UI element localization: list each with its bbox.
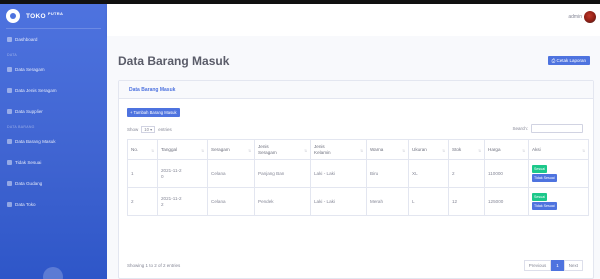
sidebar-item-data-seragam[interactable]: Data Seragam — [0, 59, 107, 80]
sort-icon: ⇅ — [201, 148, 204, 153]
card-header: Data Barang Masuk — [119, 81, 593, 99]
table-row: 1 2021-11-20 Celana Panjang Ban Laki - L… — [127, 159, 589, 188]
column-header-no[interactable]: No. ⇅ — [127, 139, 158, 160]
data-card: Data Barang Masuk + Tambah Barang Masuk … — [118, 80, 594, 279]
sort-icon: ⇅ — [360, 148, 363, 153]
search-control: Search: — [512, 124, 583, 133]
sidebar-item-data-supplier[interactable]: Data Supplier — [0, 101, 107, 122]
sesuai-button[interactable]: Sesuai — [532, 193, 547, 201]
column-header-harga[interactable]: Harga ⇅ — [484, 139, 529, 160]
sesuai-button[interactable]: Sesuai — [532, 165, 547, 173]
sidebar-toggle-button[interactable] — [43, 267, 63, 279]
chevron-down-icon: ▾ — [150, 127, 153, 132]
sort-icon: ⇅ — [304, 148, 307, 153]
sort-icon: ⇅ — [151, 148, 154, 153]
sidebar-item-data-jenis-seragam[interactable]: Data Jenis Seragam — [0, 80, 107, 101]
sort-icon: ⇅ — [248, 148, 251, 153]
column-header-seragam[interactable]: Seragam ⇅ — [207, 139, 255, 160]
avatar[interactable] — [584, 11, 596, 23]
add-incoming-goods-button[interactable]: + Tambah Barang Masuk — [127, 108, 180, 117]
column-header-jenis-seragam[interactable]: Jenis Seragam ⇅ — [254, 139, 311, 160]
sidebar-item-tidak-sesuai[interactable]: Tidak Sesuai — [0, 152, 107, 173]
users-icon — [7, 109, 12, 114]
sort-icon: ⇅ — [522, 148, 525, 153]
sidebar-item-data-toko[interactable]: Data Toko — [0, 194, 107, 215]
table-icon — [7, 202, 12, 207]
pagination-next[interactable]: Next — [563, 260, 583, 271]
table-icon — [7, 181, 12, 186]
incoming-goods-table: No. ⇅ Tanggal ⇅ Seragam ⇅ Jenis Seragam ⇅ Je… — [127, 139, 589, 216]
table-header-row: No. ⇅ Tanggal ⇅ Seragam ⇅ Jenis Seragam ⇅ Je… — [127, 139, 589, 160]
entries-select[interactable]: 10 ▾ — [141, 126, 156, 133]
table-icon — [7, 139, 12, 144]
topbar: admin — [107, 4, 600, 36]
sidebar-heading-transaksi: DATA BARANG — [7, 124, 35, 129]
pagination-page-1[interactable]: 1 — [551, 260, 564, 271]
table-icon — [7, 67, 12, 72]
tidak-sesuai-button[interactable]: Tidak Sesuai — [532, 202, 557, 210]
user-name[interactable]: admin — [568, 14, 582, 20]
sidebar-item-data-barang-masuk[interactable]: Data Barang Masuk — [0, 131, 107, 152]
table-row: 2 2021-11-22 Celana Pendek Laki - Laki M… — [127, 187, 589, 216]
pagination-previous[interactable]: Previous — [523, 260, 552, 271]
sidebar-item-dashboard[interactable]: Dashboard — [0, 29, 107, 50]
entries-length-control: Show 10 ▾ entries — [127, 126, 172, 133]
page-title: Data Barang Masuk — [118, 54, 230, 68]
column-header-ukuran[interactable]: Ukuran ⇅ — [408, 139, 449, 160]
column-header-stok[interactable]: Stok ⇅ — [448, 139, 485, 160]
sort-icon: ⇅ — [478, 148, 481, 153]
column-header-aksi[interactable]: Aksi ⇅ — [528, 139, 589, 160]
column-header-warna[interactable]: Warna ⇅ — [366, 139, 409, 160]
column-header-tanggal[interactable]: Tanggal ⇅ — [157, 139, 208, 160]
dashboard-icon — [7, 37, 12, 42]
column-header-jenis-kelamin[interactable]: Jenis Kelamin ⇅ — [310, 139, 367, 160]
search-input[interactable] — [531, 124, 583, 133]
brand-logo-icon — [6, 9, 20, 23]
sidebar-heading-master: DATA — [7, 52, 18, 57]
sort-icon: ⇅ — [442, 148, 445, 153]
table-info: Showing 1 to 2 of 2 entries — [127, 263, 181, 268]
print-report-button[interactable]: ⎙ Cetak Laporan — [547, 56, 590, 65]
sidebar: TOKO PUTRA Dashboard DATA Data Seragam Da… — [0, 4, 107, 279]
table-icon — [7, 88, 12, 93]
sidebar-item-data-gudang[interactable]: Data Gudang — [0, 173, 107, 194]
brand[interactable]: TOKO PUTRA — [0, 4, 107, 28]
sort-icon: ⇅ — [402, 148, 405, 153]
tidak-sesuai-button[interactable]: Tidak Sesuai — [532, 174, 557, 182]
table-icon — [7, 160, 12, 165]
sort-icon: ⇅ — [582, 148, 585, 153]
brand-name: TOKO PUTRA — [26, 11, 64, 21]
main-content: Data Barang Masuk ⎙ Cetak Laporan Data B… — [107, 36, 600, 279]
pagination: Previous 1 Next — [523, 260, 583, 271]
